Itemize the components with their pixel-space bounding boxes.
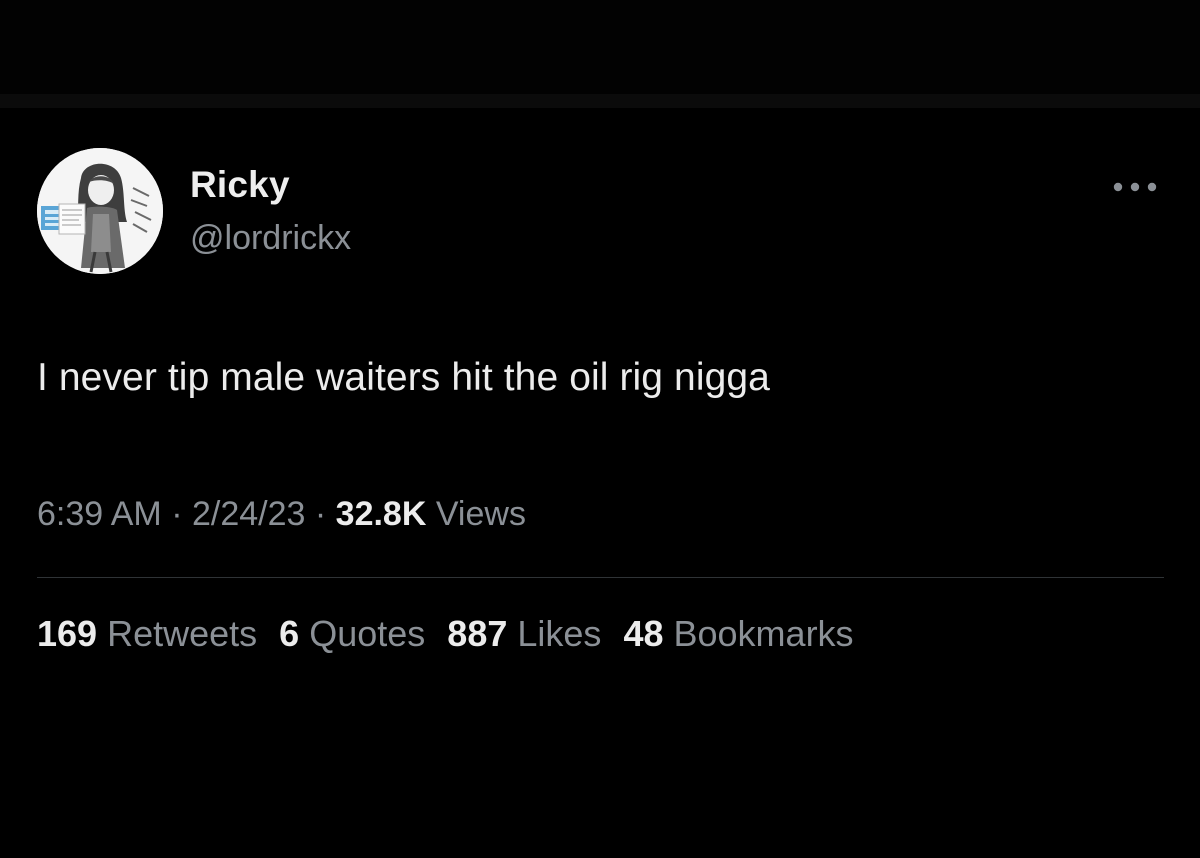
- author-display-name[interactable]: Ricky: [190, 164, 290, 206]
- stats-divider: [37, 577, 1164, 578]
- more-horizontal-icon: [1113, 182, 1157, 192]
- retweets-stat[interactable]: 169 Retweets: [37, 613, 257, 655]
- quotes-count: 6: [279, 613, 300, 654]
- quotes-label: Quotes: [309, 613, 426, 654]
- likes-label: Likes: [517, 613, 602, 654]
- retweets-label: Retweets: [107, 613, 258, 654]
- avatar-illustration: [37, 148, 163, 274]
- tweet-detail-page: Ricky @lordrickx I never tip male waiter…: [0, 0, 1200, 858]
- more-options-button[interactable]: [1108, 170, 1162, 204]
- avatar[interactable]: [37, 148, 163, 274]
- meta-separator: ·: [171, 495, 183, 533]
- likes-stat[interactable]: 887 Likes: [447, 613, 601, 655]
- retweets-count: 169: [37, 613, 98, 654]
- bookmarks-count: 48: [623, 613, 664, 654]
- tweet-time[interactable]: 6:39 AM: [37, 495, 162, 533]
- likes-count: 887: [447, 613, 508, 654]
- quotes-stat[interactable]: 6 Quotes: [279, 613, 425, 655]
- top-bar: [0, 0, 1200, 96]
- views-count: 32.8K: [335, 495, 427, 533]
- tweet-text: I never tip male waiters hit the oil rig…: [37, 356, 770, 399]
- tweet-date[interactable]: 2/24/23: [192, 495, 305, 533]
- engagement-stats: 169 Retweets 6 Quotes 887 Likes 48 Bookm…: [37, 613, 854, 655]
- tweet-meta: 6:39 AM · 2/24/23 · 32.8K Views: [37, 495, 526, 534]
- author-handle[interactable]: @lordrickx: [190, 219, 351, 258]
- meta-separator: ·: [314, 495, 327, 533]
- top-divider: [0, 94, 1200, 108]
- bookmarks-label: Bookmarks: [673, 613, 854, 654]
- views-label: Views: [435, 495, 526, 533]
- bookmarks-stat[interactable]: 48 Bookmarks: [623, 613, 853, 655]
